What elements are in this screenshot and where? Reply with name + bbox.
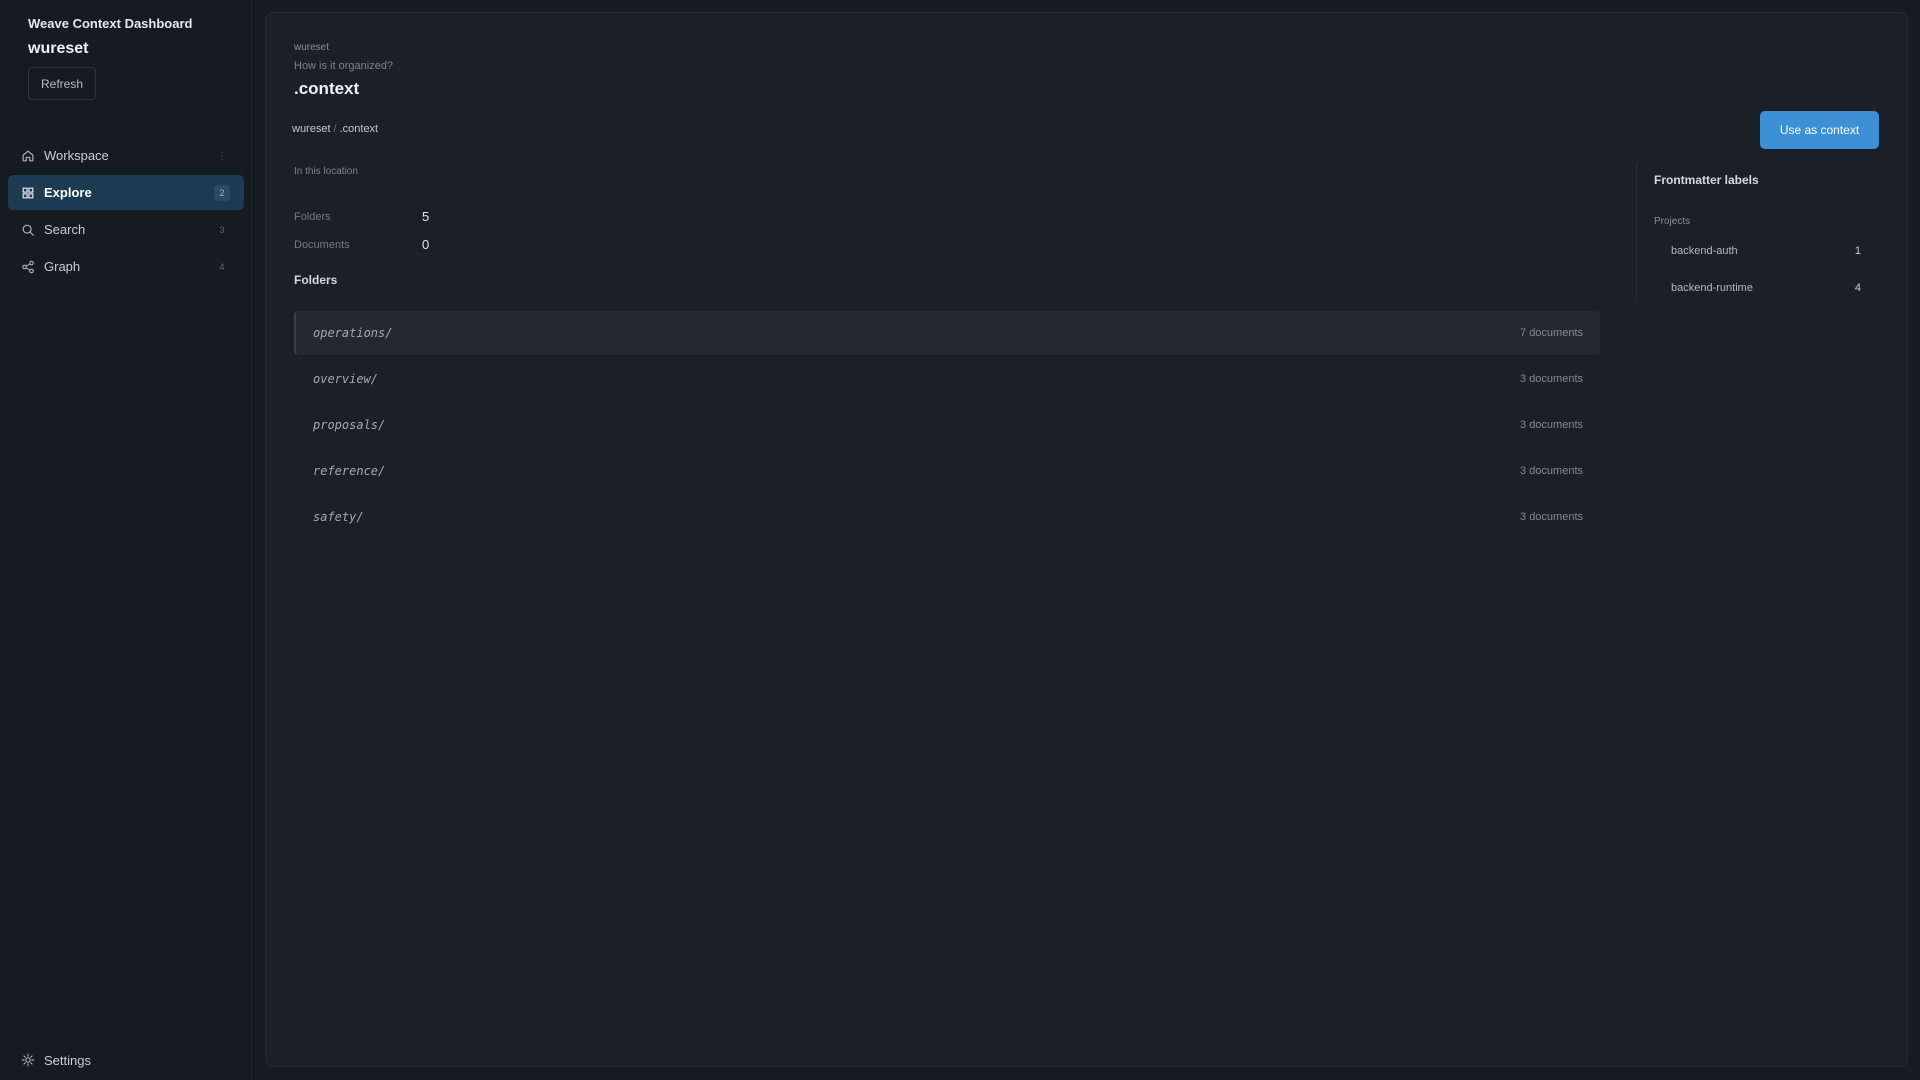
folders-heading: Folders	[294, 273, 338, 287]
stat-documents: Documents 0	[294, 237, 429, 252]
breadcrumb-item[interactable]: .context	[340, 123, 379, 135]
folder-name: safety/	[313, 510, 364, 524]
folder-name: operations/	[313, 326, 393, 340]
breadcrumb-separator: /	[333, 123, 337, 135]
eyebrow-label: wureset	[294, 42, 330, 53]
refresh-button[interactable]: Refresh	[28, 67, 96, 100]
frontmatter-title: Frontmatter labels	[1654, 173, 1759, 187]
main-panel: wureset How is it organized? .context wu…	[265, 12, 1908, 1067]
frontmatter-item-backend-auth[interactable]: backend-auth 1	[1671, 245, 1861, 257]
stat-value: 0	[422, 237, 430, 252]
grid-icon	[22, 187, 34, 198]
folder-name: reference/	[313, 464, 386, 478]
folder-name: proposals/	[313, 418, 386, 432]
folder-row-overview[interactable]: overview/ 3 documents	[294, 357, 1600, 401]
folder-row-safety[interactable]: safety/ 3 documents	[294, 495, 1600, 539]
page-subtitle: How is it organized?	[294, 60, 394, 72]
shortcut-badge: 4	[219, 262, 225, 272]
app-title: Weave Context Dashboard	[28, 16, 193, 31]
sidebar-item-graph[interactable]: Graph 4	[8, 249, 244, 284]
gear-icon	[21, 1053, 35, 1067]
stat-label: Documents	[294, 238, 350, 251]
sidebar-item-search[interactable]: Search 3	[8, 212, 244, 247]
folder-count: 3 documents	[1520, 465, 1583, 477]
folder-count: 3 documents	[1520, 511, 1583, 523]
folder-row-proposals[interactable]: proposals/ 3 documents	[294, 403, 1600, 447]
folder-count: 7 documents	[1520, 327, 1583, 339]
stat-value: 5	[422, 209, 430, 224]
folder-count: 3 documents	[1520, 419, 1583, 431]
frontmatter-item-backend-runtime[interactable]: backend-runtime 4	[1671, 282, 1861, 294]
frontmatter-group-label: Projects	[1654, 216, 1691, 227]
sidebar-item-workspace[interactable]: Workspace ⋮	[8, 138, 244, 173]
section-label: In this location	[294, 166, 358, 177]
workspace-name: wureset	[28, 40, 89, 57]
sidebar-item-label: Workspace	[44, 148, 109, 163]
settings-label: Settings	[44, 1052, 91, 1068]
folder-list: operations/ 7 documents overview/ 3 docu…	[294, 311, 1600, 541]
folder-row-reference[interactable]: reference/ 3 documents	[294, 449, 1600, 493]
use-as-context-button[interactable]: Use as context	[1760, 111, 1879, 149]
sidebar-nav: Workspace ⋮ Explore 2 Search 3 Graph 4	[8, 138, 244, 286]
sidebar-item-settings[interactable]: Settings	[21, 1048, 91, 1072]
sidebar-item-label: Graph	[44, 259, 81, 274]
shortcut-badge: 2	[214, 185, 230, 201]
page-title: .context	[294, 79, 360, 98]
sidebar-item-explore[interactable]: Explore 2	[8, 175, 244, 210]
breadcrumb: wureset / .context	[292, 123, 378, 135]
folder-count: 3 documents	[1520, 373, 1583, 385]
folder-row-operations[interactable]: operations/ 7 documents	[294, 311, 1600, 355]
shortcut-badge: ⋮	[217, 150, 227, 161]
frontmatter-item-name: backend-auth	[1671, 245, 1738, 257]
sidebar-item-label: Search	[44, 222, 86, 237]
folder-name: overview/	[313, 372, 379, 386]
search-icon	[22, 224, 34, 236]
stat-label: Folders	[294, 210, 331, 223]
breadcrumb-item[interactable]: wureset	[292, 123, 331, 135]
share-icon	[22, 260, 34, 273]
home-icon	[22, 150, 34, 161]
sidebar: Weave Context Dashboard wureset Refresh …	[0, 0, 252, 1080]
sidebar-item-label: Explore	[44, 185, 92, 200]
stat-folders: Folders 5	[294, 209, 429, 224]
shortcut-badge: 3	[219, 225, 225, 235]
frontmatter-item-name: backend-runtime	[1671, 282, 1753, 294]
frontmatter-panel: Frontmatter labels Projects backend-auth…	[1636, 161, 1876, 301]
frontmatter-item-count: 1	[1854, 245, 1861, 257]
frontmatter-item-count: 4	[1854, 282, 1861, 294]
